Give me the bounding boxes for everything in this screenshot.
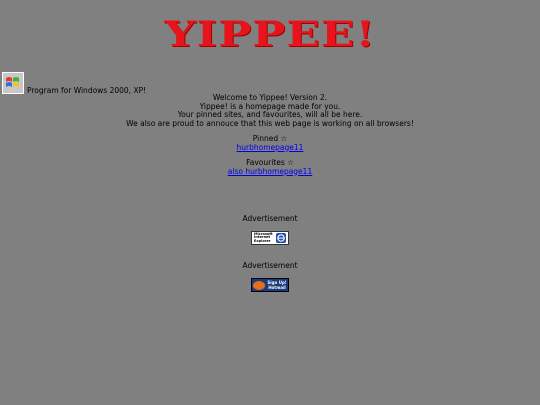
favourites-section: Favourites ☆ also hurbhomepage11 [0, 158, 540, 176]
internet-explorer-icon [276, 232, 286, 243]
advertisement-1: Advertisement Microsoft Internet Explore… [0, 214, 540, 247]
msn-butterfly-icon [253, 280, 265, 290]
advertisement-label: Advertisement [242, 261, 298, 270]
logo-container: YIPPEE! [0, 18, 540, 62]
pinned-section: Pinned ☆ hurbhomepage11 [0, 134, 540, 152]
ie-badge-text: Microsoft Internet Explorer [254, 231, 273, 244]
favourites-link[interactable]: also hurbhomepage11 [228, 167, 312, 176]
site-logo: YIPPEE! [164, 14, 376, 55]
welcome-line: We also are proud to annouce that this w… [126, 118, 414, 128]
advertisement-label: Advertisement [242, 214, 298, 223]
hotmail-ad-badge[interactable]: Sign Up! Hotmail [251, 277, 289, 292]
welcome-block: Welcome to Yippee! Version 2. Yippee! is… [0, 93, 540, 128]
windows-flag-icon [2, 72, 24, 94]
advertisement-2: Advertisement Sign Up! Hotmail [0, 261, 540, 294]
ie-ad-badge[interactable]: Microsoft Internet Explorer [251, 230, 289, 245]
hotmail-badge-text: Sign Up! Hotmail [267, 279, 287, 290]
pinned-link[interactable]: hurbhomepage11 [237, 143, 304, 152]
